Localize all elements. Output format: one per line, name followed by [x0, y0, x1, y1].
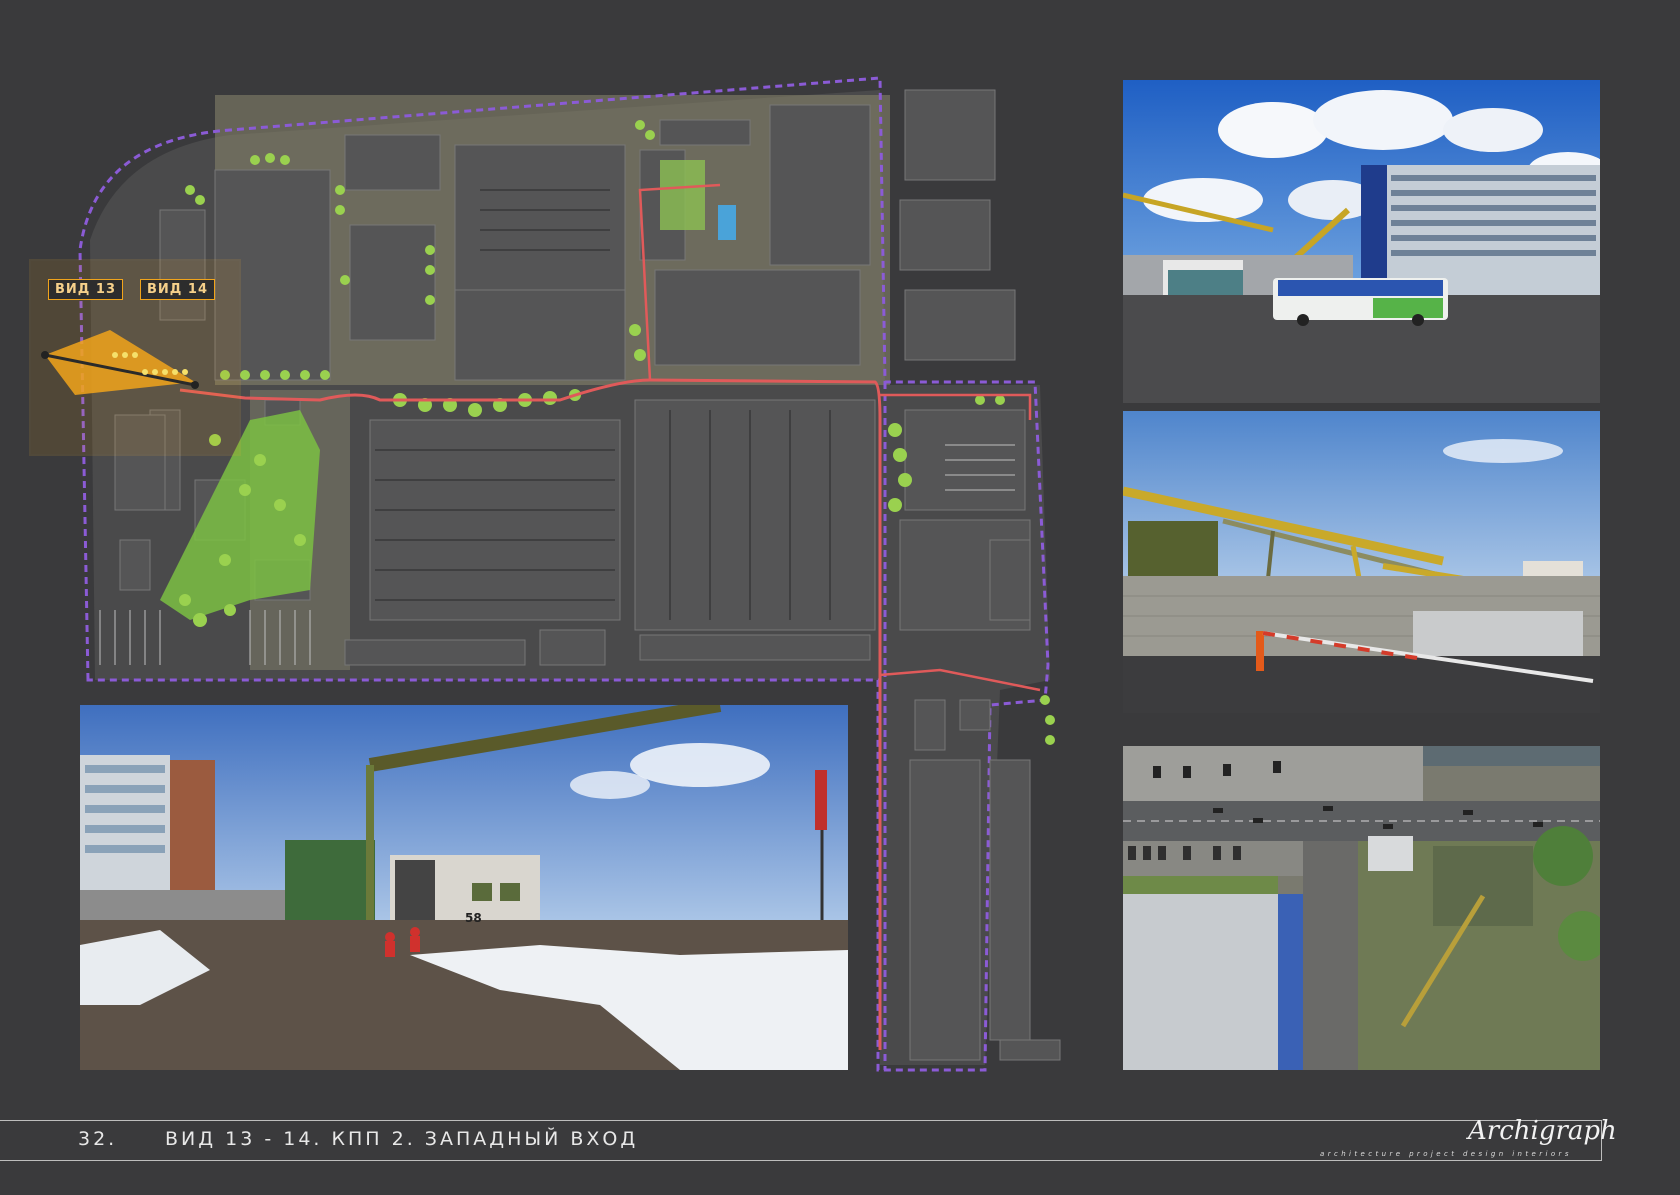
photo-street-bus — [1123, 80, 1600, 403]
pool — [718, 205, 736, 240]
logo-wordmark: Archigraph — [1468, 1116, 1617, 1146]
lawn-north — [660, 160, 705, 230]
page-number: 32. — [78, 1128, 118, 1150]
view-label-14: ВИД 14 — [140, 279, 215, 300]
photo-west-entrance: 58 — [80, 705, 848, 1070]
footer-bottom-rule — [0, 1160, 1602, 1161]
footer-top-rule — [0, 1120, 1602, 1121]
photo-aerial-view — [1123, 746, 1600, 1070]
view-label-13: ВИД 13 — [48, 279, 123, 300]
logo-tagline: architecture project design interiors — [1320, 1150, 1572, 1158]
gate-number: 58 — [465, 911, 482, 925]
photo-gantry-cranes — [1123, 411, 1600, 713]
page-title: ВИД 13 - 14. КПП 2. ЗАПАДНЫЙ ВХОД — [165, 1128, 639, 1150]
